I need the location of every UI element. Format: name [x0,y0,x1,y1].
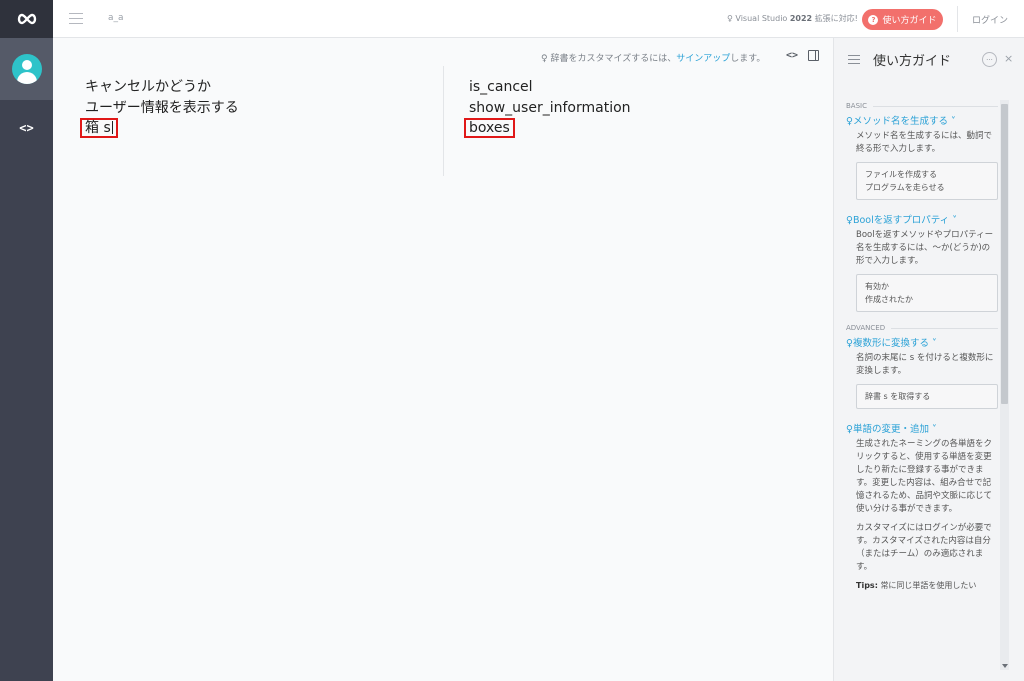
input-line-current[interactable]: 箱 s [80,118,239,139]
bulb-icon: ♀ [846,215,853,226]
guide-example-box[interactable]: 辞書 s を取得する [856,384,998,409]
current-input-text: 箱 s [85,120,111,136]
guide-item-title[interactable]: ♀Boolを返すプロパティ ˅ [846,212,998,226]
usage-guide-button[interactable]: ? 使い方ガイド [862,9,943,30]
highlighted-output[interactable]: boxes [464,118,515,138]
japanese-input-pane[interactable]: キャンセルかどうか ユーザー情報を表示する 箱 s [80,77,239,139]
output-line-current[interactable]: boxes [464,118,631,139]
guide-item-desc-2: カスタマイズにはログインが必要です。カスタマイズされた内容は自分（またはチーム）… [856,523,992,572]
example-line: 有効か [865,282,889,291]
header-divider [957,6,958,32]
chevron-down-icon: ˅ [928,338,937,349]
code-view-icon[interactable]: <> [0,116,53,140]
guide-content: BASIC ♀メソッド名を生成する ˅ メソッド名を生成するには、動詞で終る形で… [846,102,998,591]
guide-item-title[interactable]: ♀複数形に変換する ˅ [846,335,998,349]
hint-prefix: 辞書をカスタマイズするには、 [550,54,677,64]
bulb-icon: ♀ [727,14,733,23]
guide-item-desc: Boolを返すメソッドやプロパティー名を生成するには、〜か(どうか)の形で入力し… [856,230,994,266]
guide-header: 使い方ガイド ··· × [834,38,1024,88]
output-line[interactable]: show_user_information [469,98,631,119]
scrollbar-thumb[interactable] [1001,104,1008,404]
top-bar: a_a ♀ Visual Studio 2022 拡張に対応! ? 使い方ガイド… [53,0,1024,38]
close-icon[interactable]: × [1004,52,1013,65]
guide-tip: Tips: 常に同じ単語を使用したい [856,580,998,591]
example-line: ファイルを作成する [865,170,937,179]
infinity-logo-svg [17,13,36,25]
tip-text: 常に同じ単語を使用したい [880,581,977,590]
guide-item-desc: 生成されたネーミングの各単語をクリックすると、使用する単語を変更したり新たに登録… [856,439,993,514]
chevron-down-icon: ˅ [928,424,937,435]
naming-output-pane: is_cancel show_user_information boxes [464,77,631,139]
signup-link[interactable]: サインアップ [676,54,730,64]
hint-suffix: します。 [730,54,766,64]
bulb-icon: ♀ [541,54,548,64]
text-caret [111,121,113,134]
section-label-basic: BASIC [846,102,998,110]
left-rail: <> [0,0,53,681]
bulb-icon: ♀ [846,116,853,127]
vs-notice-prefix: Visual Studio [735,14,788,23]
scroll-down-arrow-icon[interactable] [1002,664,1008,668]
guide-item-title[interactable]: ♀メソッド名を生成する ˅ [846,113,998,127]
input-line[interactable]: ユーザー情報を表示する [85,98,239,119]
user-avatar-slot[interactable] [0,38,53,100]
guide-item-title[interactable]: ♀単語の変更・追加 ˅ [846,421,998,435]
usage-guide-panel: 使い方ガイド ··· × BASIC ♀メソッド名を生成する ˅ メソッド名を生… [833,38,1024,681]
bulb-icon: ♀ [846,424,853,435]
tip-label: Tips: [856,581,878,590]
guide-item-desc: メソッド名を生成するには、動詞で終る形で入力します。 [856,131,993,154]
usage-guide-label: 使い方ガイド [882,16,937,26]
user-avatar-icon[interactable] [11,54,42,84]
infinity-logo-icon[interactable] [0,0,53,38]
code-toggle-icon[interactable]: <> [786,50,798,61]
pane-divider [443,66,444,176]
example-line: 作成されたか [865,295,913,304]
customize-hint: ♀ 辞書をカスタマイズするには、サインアップします。 [541,51,765,64]
more-options-icon[interactable]: ··· [982,52,997,67]
chevron-down-icon: ˅ [947,116,956,127]
panel-toggle-icon[interactable] [808,50,820,61]
example-line: プログラムを走らせる [865,183,945,192]
question-icon: ? [868,14,879,25]
chevron-down-icon: ˅ [949,215,957,226]
section-label-advanced: ADVANCED [846,324,998,332]
guide-example-box[interactable]: 有効か 作成されたか [856,274,998,312]
guide-menu-icon[interactable] [848,55,860,67]
vs-extension-notice[interactable]: ♀ Visual Studio 2022 拡張に対応! [727,13,858,24]
vs-notice-suffix: 拡張に対応! [814,14,858,23]
input-line[interactable]: キャンセルかどうか [85,77,239,98]
highlighted-input[interactable]: 箱 s [80,118,118,138]
guide-example-box[interactable]: ファイルを作成する プログラムを走らせる [856,162,998,200]
bulb-icon: ♀ [846,338,853,349]
editor-area: ♀ 辞書をカスタマイズするには、サインアップします。 <> キャンセルかどうか … [53,38,833,681]
vs-notice-version: 2022 [789,14,813,23]
avatar-head [21,60,32,70]
guide-scrollbar[interactable] [1000,100,1009,670]
guide-item-desc: 名詞の末尾に s を付けると複数形に変換します。 [856,353,994,376]
document-name[interactable]: a_a [108,13,124,23]
avatar-shoulders [16,72,37,84]
menu-icon[interactable] [69,13,83,25]
example-line: 辞書 s を取得する [865,392,931,401]
output-line[interactable]: is_cancel [469,77,631,98]
login-link[interactable]: ログイン [972,13,1008,26]
editor-toolbar: <> [786,50,820,61]
guide-title: 使い方ガイド [873,54,952,69]
